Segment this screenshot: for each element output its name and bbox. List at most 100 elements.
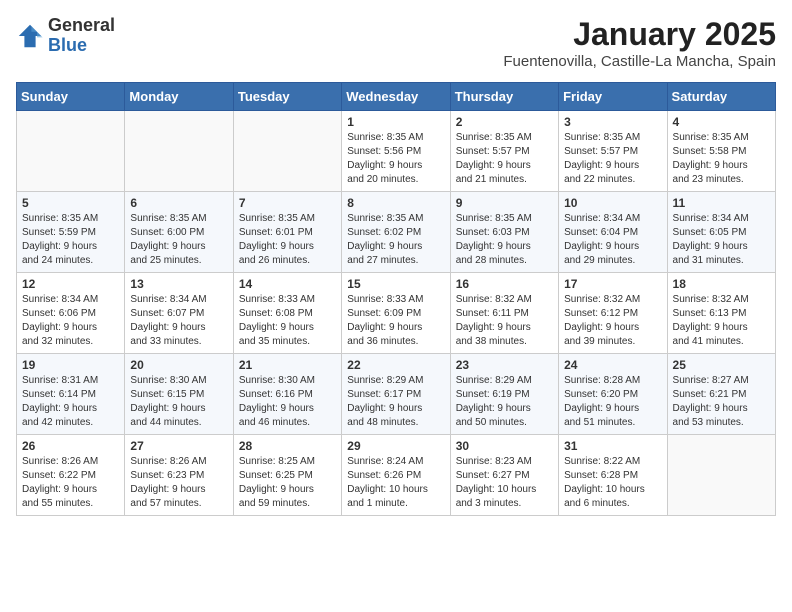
day-number: 8	[347, 196, 444, 210]
calendar-cell: 8 Sunrise: 8:35 AM Sunset: 6:02 PM Daylig…	[342, 192, 450, 273]
day-info: Sunrise: 8:29 AM Sunset: 6:17 PM Dayligh…	[347, 374, 444, 430]
calendar-week-2: 5 Sunrise: 8:35 AM Sunset: 5:59 PM Daylig…	[17, 192, 776, 273]
day-info: Sunrise: 8:35 AM Sunset: 5:56 PM Dayligh…	[347, 131, 444, 187]
location-subtitle: Fuentenovilla, Castille-La Mancha, Spain	[503, 53, 776, 70]
day-info: Sunrise: 8:33 AM Sunset: 6:08 PM Dayligh…	[239, 293, 336, 349]
day-info: Sunrise: 8:33 AM Sunset: 6:09 PM Dayligh…	[347, 293, 444, 349]
calendar-cell: 30 Sunrise: 8:23 AM Sunset: 6:27 PM Dayli…	[450, 435, 558, 516]
day-info: Sunrise: 8:35 AM Sunset: 5:57 PM Dayligh…	[456, 131, 553, 187]
weekday-header-tuesday: Tuesday	[233, 83, 341, 111]
logo-blue-text: Blue	[48, 35, 87, 55]
calendar-cell: 23Sunrise: 8:29 AM Sunset: 6:19 PM Dayli…	[450, 354, 558, 435]
day-info: Sunrise: 8:26 AM Sunset: 6:23 PM Dayligh…	[130, 455, 227, 511]
day-info: Sunrise: 8:35 AM Sunset: 5:58 PM Dayligh…	[673, 131, 770, 187]
calendar-cell: 15 Sunrise: 8:33 AM Sunset: 6:09 PM Dayli…	[342, 273, 450, 354]
calendar-cell: 10Sunrise: 8:34 AM Sunset: 6:04 PM Dayli…	[559, 192, 667, 273]
day-number: 24	[564, 358, 661, 372]
day-number: 19	[22, 358, 119, 372]
weekday-header-row: SundayMondayTuesdayWednesdayThursdayFrid…	[17, 83, 776, 111]
day-info: Sunrise: 8:23 AM Sunset: 6:27 PM Dayligh…	[456, 455, 553, 511]
day-info: Sunrise: 8:25 AM Sunset: 6:25 PM Dayligh…	[239, 455, 336, 511]
day-number: 17	[564, 277, 661, 291]
calendar-cell: 2 Sunrise: 8:35 AM Sunset: 5:57 PM Daylig…	[450, 111, 558, 192]
day-info: Sunrise: 8:34 AM Sunset: 6:06 PM Dayligh…	[22, 293, 119, 349]
weekday-header-thursday: Thursday	[450, 83, 558, 111]
weekday-header-friday: Friday	[559, 83, 667, 111]
calendar-cell: 17 Sunrise: 8:32 AM Sunset: 6:12 PM Dayli…	[559, 273, 667, 354]
calendar-cell: 26Sunrise: 8:26 AM Sunset: 6:22 PM Dayli…	[17, 435, 125, 516]
calendar-cell: 21Sunrise: 8:30 AM Sunset: 6:16 PM Dayli…	[233, 354, 341, 435]
calendar-cell: 24Sunrise: 8:28 AM Sunset: 6:20 PM Dayli…	[559, 354, 667, 435]
day-number: 28	[239, 439, 336, 453]
day-number: 14	[239, 277, 336, 291]
day-info: Sunrise: 8:32 AM Sunset: 6:13 PM Dayligh…	[673, 293, 770, 349]
day-info: Sunrise: 8:32 AM Sunset: 6:11 PM Dayligh…	[456, 293, 553, 349]
day-info: Sunrise: 8:22 AM Sunset: 6:28 PM Dayligh…	[564, 455, 661, 511]
calendar-table: SundayMondayTuesdayWednesdayThursdayFrid…	[16, 82, 776, 516]
calendar-cell: 7 Sunrise: 8:35 AM Sunset: 6:01 PM Daylig…	[233, 192, 341, 273]
day-number: 16	[456, 277, 553, 291]
day-info: Sunrise: 8:34 AM Sunset: 6:04 PM Dayligh…	[564, 212, 661, 268]
calendar-cell	[233, 111, 341, 192]
day-info: Sunrise: 8:35 AM Sunset: 6:01 PM Dayligh…	[239, 212, 336, 268]
calendar-cell: 11 Sunrise: 8:34 AM Sunset: 6:05 PM Dayli…	[667, 192, 775, 273]
calendar-cell: 28 Sunrise: 8:25 AM Sunset: 6:25 PM Dayli…	[233, 435, 341, 516]
calendar-cell: 4 Sunrise: 8:35 AM Sunset: 5:58 PM Daylig…	[667, 111, 775, 192]
calendar-cell: 22Sunrise: 8:29 AM Sunset: 6:17 PM Dayli…	[342, 354, 450, 435]
day-number: 11	[673, 196, 770, 210]
day-number: 15	[347, 277, 444, 291]
logo-general-text: General	[48, 15, 115, 35]
calendar-cell: 19 Sunrise: 8:31 AM Sunset: 6:14 PM Dayli…	[17, 354, 125, 435]
day-info: Sunrise: 8:32 AM Sunset: 6:12 PM Dayligh…	[564, 293, 661, 349]
calendar-cell	[125, 111, 233, 192]
calendar-cell: 20 Sunrise: 8:30 AM Sunset: 6:15 PM Dayli…	[125, 354, 233, 435]
calendar-cell: 9Sunrise: 8:35 AM Sunset: 6:03 PM Daylig…	[450, 192, 558, 273]
calendar-cell: 16 Sunrise: 8:32 AM Sunset: 6:11 PM Dayli…	[450, 273, 558, 354]
title-block: January 2025 Fuentenovilla, Castille-La …	[503, 16, 776, 70]
calendar-cell: 27 Sunrise: 8:26 AM Sunset: 6:23 PM Dayli…	[125, 435, 233, 516]
logo: General Blue	[16, 16, 115, 56]
day-info: Sunrise: 8:35 AM Sunset: 5:59 PM Dayligh…	[22, 212, 119, 268]
page-header: General Blue January 2025 Fuentenovilla,…	[16, 16, 776, 70]
day-info: Sunrise: 8:27 AM Sunset: 6:21 PM Dayligh…	[673, 374, 770, 430]
calendar-week-3: 12Sunrise: 8:34 AM Sunset: 6:06 PM Dayli…	[17, 273, 776, 354]
day-number: 1	[347, 115, 444, 129]
calendar-week-1: 1 Sunrise: 8:35 AM Sunset: 5:56 PM Daylig…	[17, 111, 776, 192]
day-info: Sunrise: 8:24 AM Sunset: 6:26 PM Dayligh…	[347, 455, 444, 511]
day-number: 4	[673, 115, 770, 129]
calendar-cell: 31Sunrise: 8:22 AM Sunset: 6:28 PM Dayli…	[559, 435, 667, 516]
calendar-cell	[17, 111, 125, 192]
logo-icon	[16, 22, 44, 50]
calendar-cell: 29 Sunrise: 8:24 AM Sunset: 6:26 PM Dayli…	[342, 435, 450, 516]
day-number: 2	[456, 115, 553, 129]
day-number: 30	[456, 439, 553, 453]
day-number: 27	[130, 439, 227, 453]
calendar-cell: 3 Sunrise: 8:35 AM Sunset: 5:57 PM Daylig…	[559, 111, 667, 192]
day-number: 5	[22, 196, 119, 210]
day-info: Sunrise: 8:29 AM Sunset: 6:19 PM Dayligh…	[456, 374, 553, 430]
day-number: 29	[347, 439, 444, 453]
day-number: 9	[456, 196, 553, 210]
calendar-cell: 1 Sunrise: 8:35 AM Sunset: 5:56 PM Daylig…	[342, 111, 450, 192]
day-number: 7	[239, 196, 336, 210]
weekday-header-wednesday: Wednesday	[342, 83, 450, 111]
day-info: Sunrise: 8:30 AM Sunset: 6:15 PM Dayligh…	[130, 374, 227, 430]
day-info: Sunrise: 8:35 AM Sunset: 5:57 PM Dayligh…	[564, 131, 661, 187]
weekday-header-monday: Monday	[125, 83, 233, 111]
calendar-cell: 13Sunrise: 8:34 AM Sunset: 6:07 PM Dayli…	[125, 273, 233, 354]
weekday-header-saturday: Saturday	[667, 83, 775, 111]
day-number: 20	[130, 358, 227, 372]
day-info: Sunrise: 8:31 AM Sunset: 6:14 PM Dayligh…	[22, 374, 119, 430]
day-info: Sunrise: 8:35 AM Sunset: 6:02 PM Dayligh…	[347, 212, 444, 268]
day-info: Sunrise: 8:26 AM Sunset: 6:22 PM Dayligh…	[22, 455, 119, 511]
day-info: Sunrise: 8:34 AM Sunset: 6:05 PM Dayligh…	[673, 212, 770, 268]
day-info: Sunrise: 8:35 AM Sunset: 6:00 PM Dayligh…	[130, 212, 227, 268]
day-number: 3	[564, 115, 661, 129]
calendar-week-5: 26Sunrise: 8:26 AM Sunset: 6:22 PM Dayli…	[17, 435, 776, 516]
month-title: January 2025	[503, 16, 776, 53]
calendar-cell: 14 Sunrise: 8:33 AM Sunset: 6:08 PM Dayli…	[233, 273, 341, 354]
weekday-header-sunday: Sunday	[17, 83, 125, 111]
day-number: 6	[130, 196, 227, 210]
calendar-cell	[667, 435, 775, 516]
calendar-week-4: 19 Sunrise: 8:31 AM Sunset: 6:14 PM Dayli…	[17, 354, 776, 435]
